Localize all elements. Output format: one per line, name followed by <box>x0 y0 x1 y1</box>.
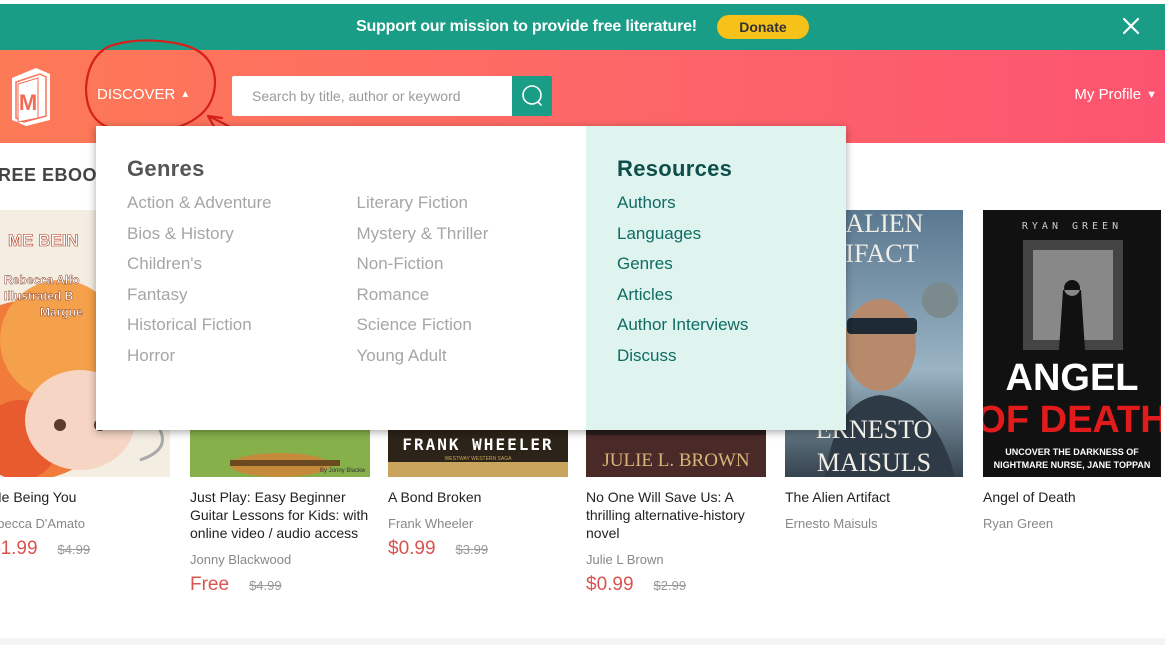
cover-author-line2: MAISULS <box>817 448 931 477</box>
resource-link-genres[interactable]: Genres <box>617 249 846 280</box>
search-input[interactable] <box>232 76 512 116</box>
cover-illustrator: Illustrated B <box>4 289 74 303</box>
cover-title: ME BEIN <box>8 231 79 250</box>
book-title[interactable]: No One Will Save Us: A thrilling alterna… <box>586 488 766 542</box>
genres-heading: Genres <box>127 156 205 181</box>
book-prices: $0.99 $2.99 <box>586 574 766 596</box>
book-title[interactable]: Me Being You <box>0 488 170 506</box>
footer-divider <box>0 638 1165 645</box>
my-profile-menu[interactable]: My Profile ▼ <box>1074 86 1157 103</box>
search-bar <box>232 76 552 116</box>
genres-panel: Genres Action & Adventure Bios & History… <box>96 126 586 430</box>
cover-title-line2: OF DEATH <box>983 399 1161 441</box>
cover-author: JULIE L. BROWN <box>602 450 750 471</box>
book-author[interactable]: Ernesto Maisuls <box>785 516 965 531</box>
search-icon <box>522 85 542 106</box>
book-price: $0.99 <box>586 574 634 595</box>
book-old-price: $4.99 <box>249 578 282 593</box>
book-price: $1.99 <box>0 538 38 559</box>
book-price: $0.99 <box>388 538 436 559</box>
resource-link-authors[interactable]: Authors <box>617 188 846 219</box>
cover-author: RYAN GREEN <box>1022 221 1122 232</box>
discover-menu-button[interactable]: DISCOVER ▲ <box>97 86 190 103</box>
book-prices: Free $4.99 <box>190 574 370 596</box>
book-old-price: $3.99 <box>455 542 489 557</box>
genre-link-fantasy[interactable]: Fantasy <box>127 280 357 311</box>
genre-link-young-adult[interactable]: Young Adult <box>357 341 587 372</box>
genre-link-childrens[interactable]: Children's <box>127 249 357 280</box>
profile-label: My Profile <box>1074 86 1142 103</box>
discover-label: DISCOVER <box>97 86 176 103</box>
close-icon[interactable] <box>1119 14 1143 38</box>
genre-link-romance[interactable]: Romance <box>357 280 587 311</box>
book-author[interactable]: Ryan Green <box>983 516 1163 531</box>
genre-link-historical-fiction[interactable]: Historical Fiction <box>127 310 357 341</box>
book-title[interactable]: The Alien Artifact <box>785 488 965 506</box>
book-author[interactable]: Jonny Blackwood <box>190 552 370 567</box>
book-title[interactable]: Just Play: Easy Beginner Guitar Lessons … <box>190 488 370 542</box>
page: Support our mission to provide free lite… <box>0 0 1165 645</box>
cover-tagline-2: NIGHTMARE NURSE, JANE TOPPAN <box>994 460 1151 470</box>
book-old-price: $4.99 <box>57 542 91 557</box>
resource-link-author-interviews[interactable]: Author Interviews <box>617 310 846 341</box>
cover-illustration: RYAN GREEN ANGEL OF DEATH UNCOVER THE DA… <box>983 210 1161 477</box>
genre-link-horror[interactable]: Horror <box>127 341 357 372</box>
banner-text: Support our mission to provide free lite… <box>356 18 697 35</box>
book-prices: $0.99 $3.99 <box>388 538 568 560</box>
resources-heading: Resources <box>617 156 733 181</box>
book-cover[interactable]: RYAN GREEN ANGEL OF DEATH UNCOVER THE DA… <box>983 210 1161 477</box>
resource-link-articles[interactable]: Articles <box>617 280 846 311</box>
section-title: REE EBOO <box>0 165 98 185</box>
book-title[interactable]: Angel of Death <box>983 488 1163 506</box>
donation-banner: Support our mission to provide free lite… <box>0 4 1165 50</box>
resource-link-discuss[interactable]: Discuss <box>617 341 846 372</box>
genre-link-action-adventure[interactable]: Action & Adventure <box>127 188 357 219</box>
genres-column-1: Action & Adventure Bios & History Childr… <box>127 188 357 372</box>
book-author[interactable]: ebecca D'Amato <box>0 516 170 531</box>
cover-tagline-1: UNCOVER THE DARKNESS OF <box>1005 447 1139 457</box>
book-title[interactable]: A Bond Broken <box>388 488 568 506</box>
genre-link-mystery-thriller[interactable]: Mystery & Thriller <box>357 219 587 250</box>
book-author[interactable]: Frank Wheeler <box>388 516 568 531</box>
resource-link-languages[interactable]: Languages <box>617 219 846 250</box>
caret-up-icon: ▲ <box>180 89 191 100</box>
cover-series: WESTWAY WESTERN SAGA <box>445 456 513 462</box>
logo-letter: M <box>19 90 37 115</box>
book-price: Free <box>190 574 230 595</box>
resources-panel: Resources Authors Languages Genres Artic… <box>586 126 846 430</box>
cover-illustrator-name: Margue <box>40 305 83 319</box>
book-prices: $1.99 $4.99 <box>0 538 170 560</box>
book-old-price: $2.99 <box>653 578 687 593</box>
cover-author: FRANK WHEELER <box>402 435 553 454</box>
donate-button[interactable]: Donate <box>716 15 809 39</box>
discover-dropdown: Genres Action & Adventure Bios & History… <box>96 126 846 430</box>
cover-author: By Jonny Blackw <box>320 468 366 474</box>
genre-link-non-fiction[interactable]: Non-Fiction <box>357 249 587 280</box>
book-card[interactable]: RYAN GREEN ANGEL OF DEATH UNCOVER THE DA… <box>983 210 1163 531</box>
cover-title-line1: ANGEL <box>1006 357 1139 399</box>
cover-author: Rebecca Alfo <box>4 273 80 287</box>
book-author[interactable]: Julie L Brown <box>586 552 766 567</box>
genre-link-science-fiction[interactable]: Science Fiction <box>357 310 587 341</box>
logo-icon[interactable]: M <box>6 64 54 128</box>
search-button[interactable] <box>512 76 552 116</box>
caret-down-icon: ▼ <box>1146 88 1157 101</box>
genres-column-2: Literary Fiction Mystery & Thriller Non-… <box>357 188 587 372</box>
genre-link-bios-history[interactable]: Bios & History <box>127 219 357 250</box>
genre-link-literary-fiction[interactable]: Literary Fiction <box>357 188 587 219</box>
